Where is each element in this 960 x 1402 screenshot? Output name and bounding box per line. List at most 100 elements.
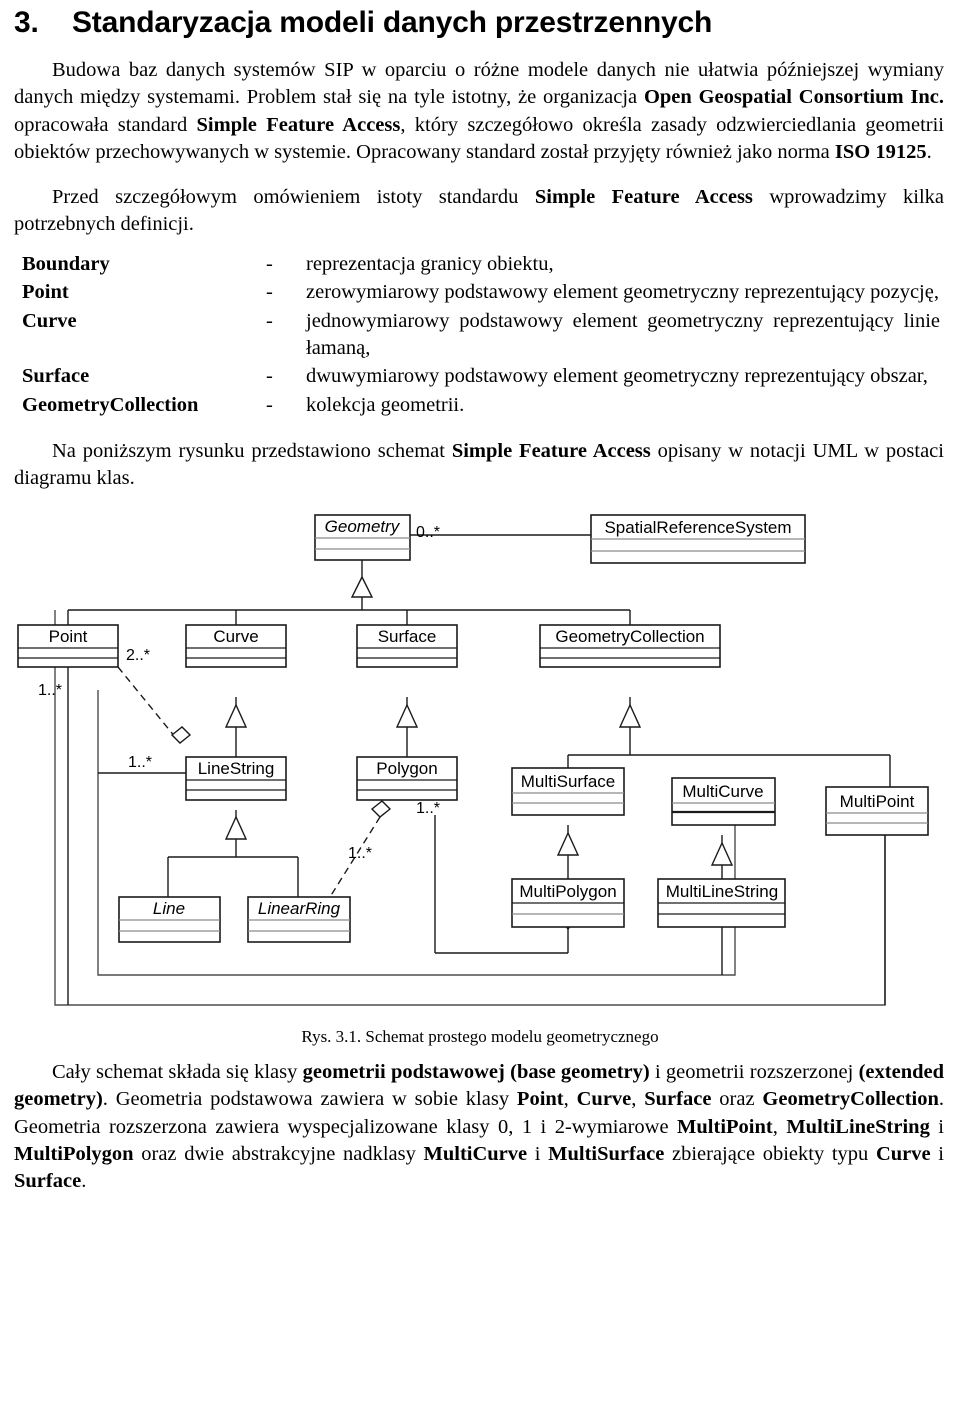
p1-iso: ISO 19125 [834, 141, 927, 164]
definition-term: Curve [22, 310, 77, 333]
uml-label-geometry: Geometry [325, 517, 401, 536]
uml-label-multipoint: MultiPoint [840, 792, 915, 811]
p4-q: i [929, 1115, 944, 1138]
definition-dash: - [266, 394, 273, 417]
section-number: 3. [14, 6, 39, 39]
uml-label-polygon: Polygon [376, 759, 437, 778]
definition-description: zerowymiarowy podstawowy element geometr… [306, 281, 939, 304]
definition-dash: - [266, 310, 273, 333]
definition-description: kolekcja geometrii. [306, 394, 465, 417]
p4-y: i [930, 1143, 944, 1165]
uml-diagram-svg: Geometry SpatialReferenceSystem Point Cu… [17, 513, 929, 1006]
p4-j: Surface [644, 1088, 712, 1111]
definition-row: Curve - jednowymiarowy podstawowy elemen… [22, 308, 940, 363]
paragraph-figure-lead: Na poniższym rysunku przedstawiono schem… [14, 438, 944, 493]
paragraph-intro: Budowa baz danych systemów SIP w oparciu… [14, 57, 944, 167]
gen-multisurface-arrow [556, 830, 580, 856]
uml-label-multilinestring: MultiLineString [666, 882, 778, 901]
uml-label-point: Point [49, 627, 88, 646]
p1-sfa: Simple Feature Access [196, 113, 401, 136]
uml-multiplicity-point-multipoint: 1..* [38, 682, 62, 699]
diamond-polygon-linearring [370, 799, 392, 818]
uml-label-multipolygon: MultiPolygon [519, 882, 616, 901]
uml-class-geometrycollection: GeometryCollection [539, 623, 721, 668]
gen-gc-arrow [618, 702, 642, 728]
p4-p: MultiLineString [786, 1115, 930, 1138]
uml-label-multisurface: MultiSurface [521, 772, 615, 791]
definition-term: Boundary [22, 252, 110, 275]
uml-multiplicity-linestring-multilinestring: 1..* [128, 754, 152, 771]
definition-term: Point [22, 281, 69, 304]
gen-linestring-arrow [224, 814, 248, 840]
uml-label-linestring: LineString [198, 759, 275, 778]
section-title: Standaryzacja modeli danych przestrzenny… [72, 6, 713, 39]
paragraph-closing: Cały schemat składa się klasy geometrii … [14, 1059, 944, 1196]
uml-class-geometry: Geometry [314, 513, 411, 561]
p4-i: , [631, 1088, 645, 1111]
diamond-point-linestring [170, 725, 192, 744]
p4-z: Surface [14, 1170, 82, 1193]
definition-description: jednowymiarowy podstawowy element geomet… [306, 310, 940, 359]
p4-f: Point [516, 1088, 564, 1111]
definition-row: GeometryCollection - kolekcja geometrii. [22, 392, 940, 421]
definition-dash: - [266, 365, 273, 388]
uml-class-multipolygon: MultiPolygon [511, 877, 625, 928]
uml-class-curve: Curve [185, 623, 287, 668]
uml-label-curve: Curve [213, 627, 258, 646]
p4-end: . [81, 1170, 87, 1193]
definition-term: GeometryCollection [22, 394, 199, 417]
p1-text-g: . [926, 141, 932, 164]
definition-term: Surface [22, 365, 90, 388]
uml-multiplicity-point-linestring: 2..* [126, 647, 150, 664]
uml-label-spatialreferencesystem: SpatialReferenceSystem [604, 518, 791, 537]
gen-curve-arrow [224, 702, 248, 728]
uml-class-line: Line [118, 895, 221, 943]
uml-multiplicity-polygon-linearring: 1..* [348, 845, 372, 862]
definition-row: Surface - dwuwymiarowy podstawowy elemen… [22, 363, 940, 392]
definition-description: reprezentacja granicy obiektu, [306, 252, 554, 275]
uml-class-polygon: Polygon [356, 755, 458, 801]
p4-t: MultiCurve [423, 1143, 528, 1165]
p4-l: GeometryCollection [762, 1088, 939, 1111]
p2-text-a: Przed szczegółowym omówieniem istoty sta… [52, 185, 535, 208]
p1-text-c: opracowała standard [14, 113, 197, 136]
uml-label-geometrycollection: GeometryCollection [555, 627, 704, 646]
uml-class-linestring: LineString [185, 755, 287, 801]
p4-s: oraz dwie abstrakcyjne nadklasy [133, 1143, 424, 1165]
gen-multicurve-arrow [710, 840, 734, 866]
figure-caption: Rys. 3.1. Schemat prostego modelu geomet… [301, 1026, 659, 1046]
uml-class-multilinestring: MultiLineString [657, 877, 786, 928]
p4-v: MultiSurface [548, 1143, 665, 1165]
uml-label-surface: Surface [378, 627, 437, 646]
uml-class-point: Point [17, 623, 119, 668]
document-page: 3. Standaryzacja modeli danych przestrze… [0, 0, 960, 1402]
assoc-point-linestring [117, 666, 181, 744]
uml-class-linearring: LinearRing [247, 895, 351, 943]
p3-sfa: Simple Feature Access [451, 439, 651, 462]
uml-multiplicity-geometry-srs: 0..* [416, 524, 440, 541]
gen-surface-arrow [395, 702, 419, 728]
uml-multiplicity-polygon-multipolygon: 1..* [416, 800, 440, 817]
uml-class-multisurface: MultiSurface [511, 766, 625, 816]
uml-label-line: Line [153, 899, 185, 918]
p4-r: MultiPolygon [14, 1143, 134, 1165]
p4-x: Curve [875, 1143, 931, 1165]
definition-dash: - [266, 281, 273, 304]
uml-class-multicurve: MultiCurve [671, 776, 776, 826]
p4-o: , [772, 1115, 787, 1138]
p4-g: , [563, 1088, 577, 1111]
p4-e: . Geometria podstawowa zawiera w sobie k… [102, 1088, 517, 1111]
definition-dash: - [266, 252, 273, 275]
p4-u: i [527, 1143, 549, 1165]
definition-list: Boundary - reprezentacja granicy obiektu… [22, 251, 940, 421]
uml-label-linearring: LinearRing [258, 899, 341, 918]
definition-description: dwuwymiarowy podstawowy element geometry… [306, 365, 928, 388]
uml-class-surface: Surface [356, 623, 458, 668]
uml-class-multipoint: MultiPoint [825, 785, 929, 836]
p4-b: geometrii podstawowej (base geometry) [302, 1060, 650, 1083]
p4-n: MultiPoint [677, 1115, 773, 1138]
paragraph-definitions-lead: Przed szczegółowym omówieniem istoty sta… [14, 184, 944, 239]
definition-row: Boundary - reprezentacja granicy obiektu… [22, 251, 940, 280]
definition-row: Point - zerowymiarowy podstawowy element… [22, 279, 940, 308]
uml-class-diagram: Geometry SpatialReferenceSystem Point Cu… [0, 505, 960, 1025]
